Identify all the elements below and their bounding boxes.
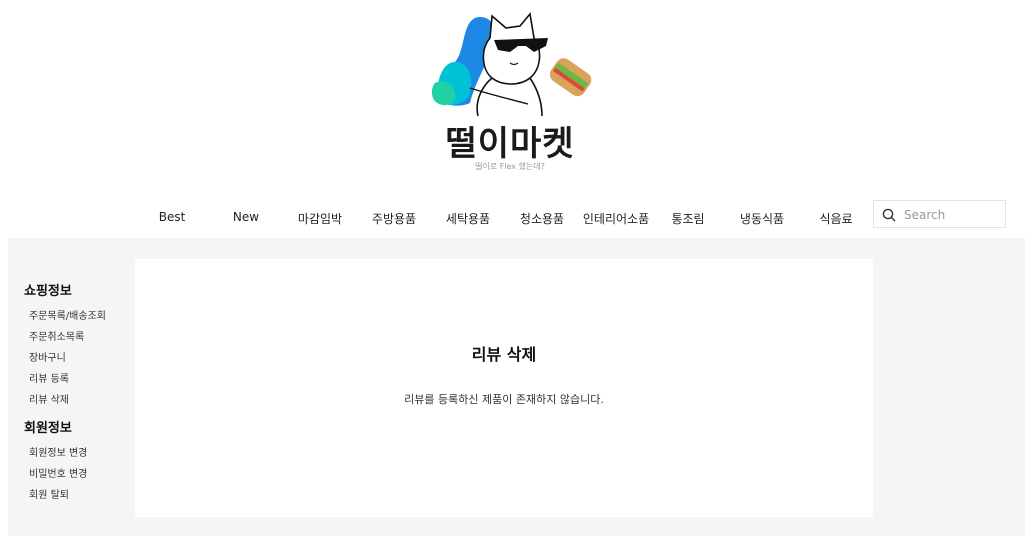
brand-tagline: 떨이로 Flex 했는데? [475, 162, 545, 171]
sidebar-heading-member: 회원정보 [24, 421, 72, 436]
nav-item-cleaning[interactable]: 청소용품 [520, 210, 564, 227]
sidebar-link-edit-profile[interactable]: 회원정보 변경 [29, 444, 134, 459]
nav-item-frozen[interactable]: 냉동식품 [740, 210, 784, 227]
nav-item-beverages[interactable]: 식음료 [819, 210, 852, 227]
nav-item-canned[interactable]: 통조림 [671, 210, 704, 227]
empty-message: 리뷰를 등록하신 제품이 존재하지 않습니다. [404, 393, 604, 406]
main-panel: 리뷰 삭제 리뷰를 등록하신 제품이 존재하지 않습니다. [135, 259, 873, 517]
sidebar-heading-shopping: 쇼핑정보 [24, 284, 72, 299]
sidebar-link-withdraw[interactable]: 회원 탈퇴 [29, 486, 134, 501]
nav-item-kitchen[interactable]: 주방용품 [372, 210, 416, 227]
page-title: 리뷰 삭제 [471, 345, 537, 364]
nav-item-closing-soon[interactable]: 마감임박 [298, 210, 342, 227]
nav-item-interior[interactable]: 인테리어소품 [583, 210, 649, 227]
sidebar-link-orders[interactable]: 주문목록/배송조회 [29, 307, 134, 322]
sidebar-link-review-delete[interactable]: 리뷰 삭제 [29, 391, 134, 406]
nav-item-new[interactable]: New [233, 210, 259, 224]
sidebar-link-review-register[interactable]: 리뷰 등록 [29, 370, 134, 385]
sidebar: 쇼핑정보 주문목록/배송조회 주문취소목록 장바구니 리뷰 등록 리뷰 삭제 회… [24, 280, 134, 507]
nav-item-best[interactable]: Best [159, 210, 186, 224]
logo[interactable]: 떨이마켓 떨이로 Flex 했는데? [430, 8, 595, 183]
nav-item-laundry[interactable]: 세탁용품 [446, 210, 490, 227]
cat-mascot-logo-image [431, 12, 592, 117]
search-icon[interactable] [882, 208, 896, 222]
sidebar-link-cancelled-orders[interactable]: 주문취소목록 [29, 328, 134, 343]
search-box[interactable] [873, 200, 1006, 228]
brand-name: 떨이마켓 [445, 124, 575, 164]
search-input[interactable] [902, 205, 1002, 225]
sidebar-link-change-password[interactable]: 비밀번호 변경 [29, 465, 134, 480]
sidebar-link-cart[interactable]: 장바구니 [29, 349, 134, 364]
